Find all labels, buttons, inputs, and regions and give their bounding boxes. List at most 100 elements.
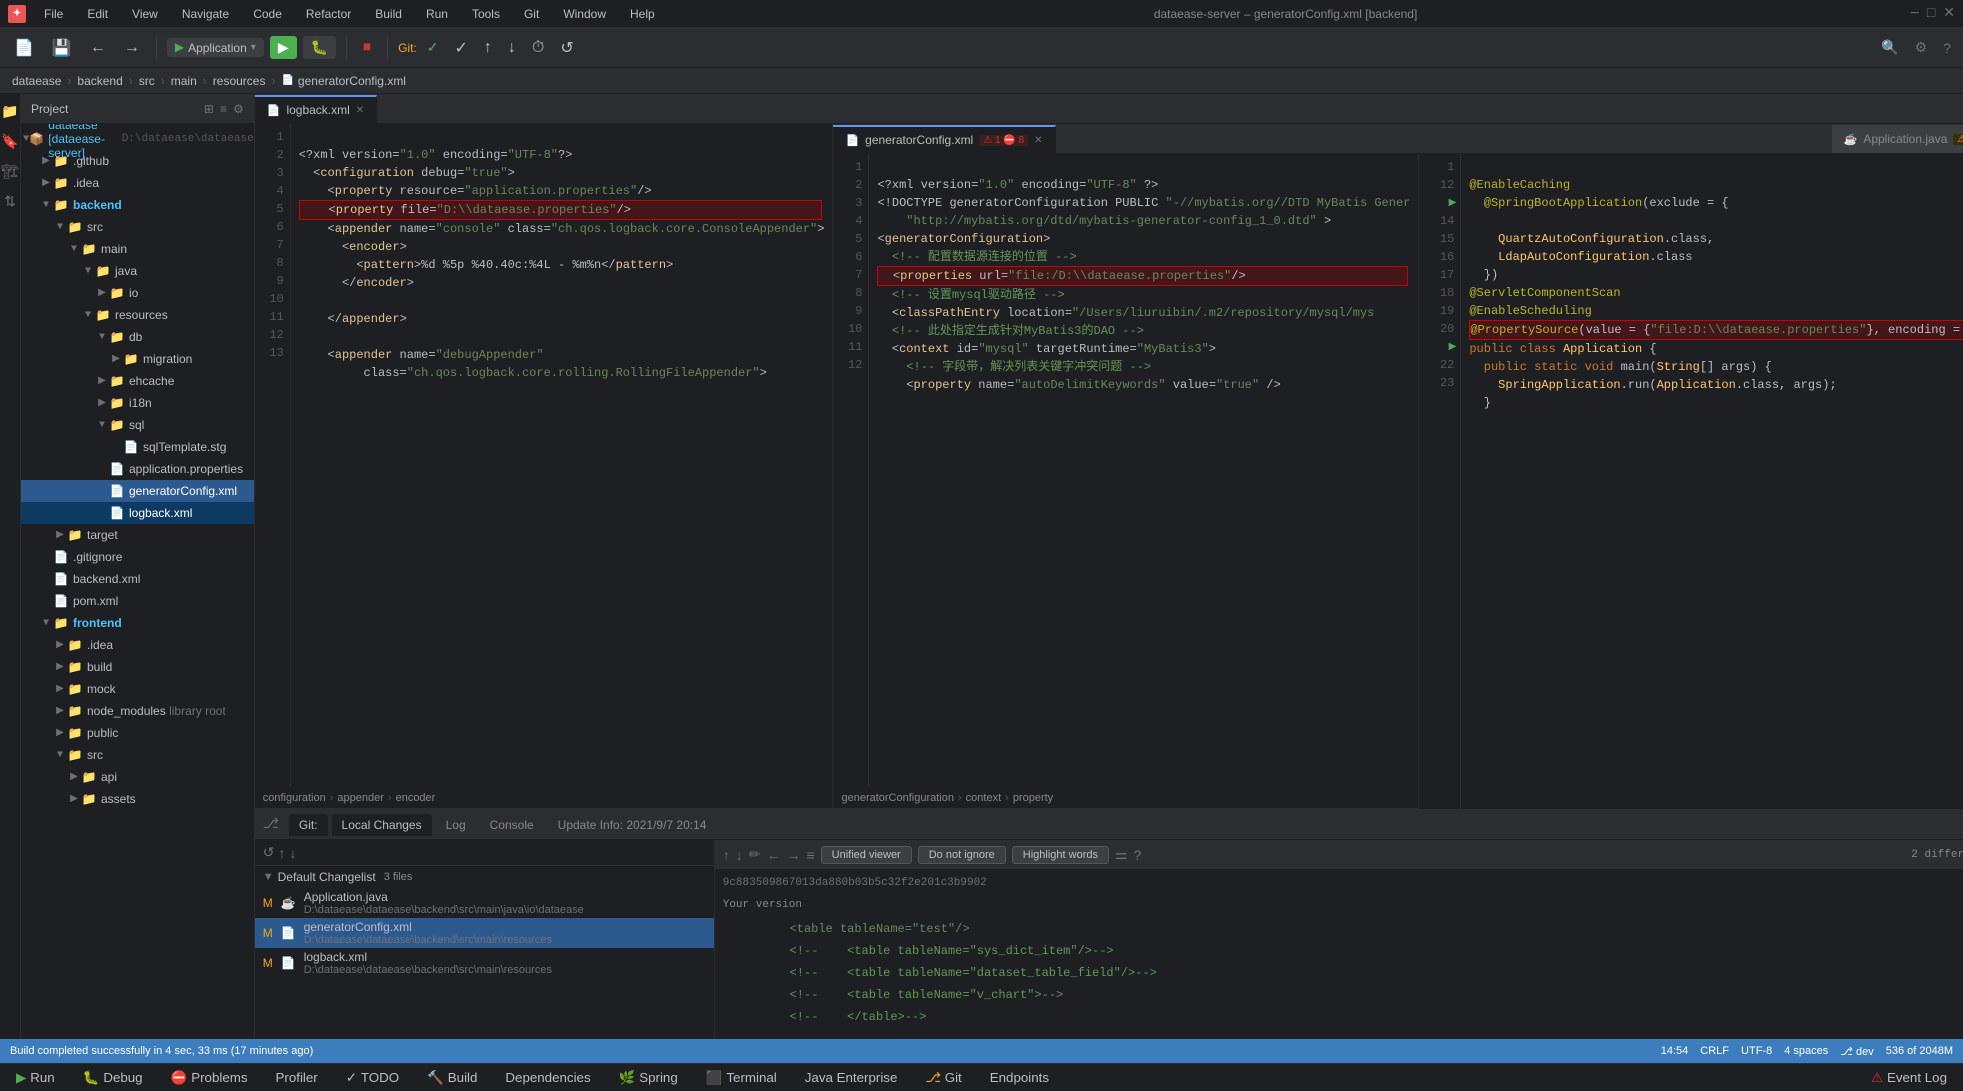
tab-generatorconfig[interactable]: 📄 generatorConfig.xml ⚠ 1 ⛔ 8 ✕ [833,125,1055,153]
status-indent[interactable]: 4 spaces [1784,1045,1828,1057]
tab-console[interactable]: Console [480,814,544,836]
git-pull-btn[interactable]: ↓ [502,35,522,61]
tree-appprops[interactable]: 📄 application.properties [21,458,254,480]
diff-help-btn[interactable]: ? [1134,847,1142,863]
git-history-btn[interactable]: ⏱ [526,35,550,61]
git-push-btn[interactable]: ↑ [478,35,498,61]
menu-run[interactable]: Run [420,5,454,23]
menu-file[interactable]: File [38,5,69,23]
logback-code[interactable]: <?xml version="1.0" encoding="UTF-8"?> <… [291,124,833,787]
project-icon[interactable]: 📁 [0,102,20,122]
tree-generatorconfig[interactable]: 📄 generatorConfig.xml [21,480,254,502]
tab-application[interactable]: ☕ Application.java ⚠ 1 ✕ [1832,125,1963,153]
panel-expand-btn[interactable]: ≡ [220,102,227,116]
panel-settings-btn[interactable]: ⚙ [233,102,244,116]
breadcrumb-backend[interactable]: backend [77,74,122,88]
search-everywhere-btn[interactable]: 🔍 [1877,37,1902,58]
tree-target[interactable]: ▶ 📁 target [21,524,254,546]
run-gutter-icon[interactable]: ▶ [1449,197,1457,209]
highlight-words-btn[interactable]: Highlight words [1012,846,1109,864]
menu-window[interactable]: Window [557,5,612,23]
close-btn[interactable]: ✕ [1943,5,1955,22]
toolbar-forward-btn[interactable]: → [118,35,146,61]
spring-strip-btn[interactable]: 🌿 Spring [611,1068,686,1088]
diff-edit-btn[interactable]: ✏ [749,846,761,863]
menu-navigate[interactable]: Navigate [176,5,235,23]
tree-migration[interactable]: ▶ 📁 migration [21,348,254,370]
gen-code-scroll[interactable]: 1 2 3 4 5 6 7 8 9 10 [833,154,1418,787]
minimize-btn[interactable]: ─ [1910,6,1918,22]
run-config-dropdown[interactable]: ▾ [251,42,256,54]
logback-code-scroll[interactable]: 1 2 3 4 5 6 7 8 9 10 11 12 13 [255,124,833,787]
menu-code[interactable]: Code [247,5,288,23]
status-line-ending[interactable]: CRLF [1700,1045,1729,1057]
git-tick-btn[interactable]: ✓ [448,34,473,62]
tree-db[interactable]: ▼ 📁 db [21,326,254,348]
bookmark-icon[interactable]: 🔖 [0,132,20,152]
app-code-scroll[interactable]: 1 12 ▶ 14 15 16 17 18 [1419,154,1963,809]
run-config-widget[interactable]: ▶ Application ▾ [167,38,264,57]
tab-local-changes-label[interactable]: Local Changes [332,814,432,836]
ignore-whitespace-btn[interactable]: Do not ignore [918,846,1006,864]
terminal-strip-btn[interactable]: ⬛ Terminal [698,1068,785,1088]
tree-ehcache[interactable]: ▶ 📁 ehcache [21,370,254,392]
diff-list-btn[interactable]: ≡ [806,847,814,863]
menu-tools[interactable]: Tools [466,5,506,23]
tree-resources[interactable]: ▼ 📁 resources [21,304,254,326]
change-item-logback[interactable]: M 📄 logback.xml D:\dataease\dataease\bac… [255,948,714,978]
app-code[interactable]: @EnableCaching @SpringBootApplication(ex… [1461,154,1963,809]
pull-requests-icon[interactable]: ⇅ [0,192,20,212]
diff-prev-btn[interactable]: ↑ [723,847,730,863]
toolbar-stop-btn[interactable]: ⏹ [357,35,377,61]
gen-code[interactable]: <?xml version="1.0" encoding="UTF-8" ?> … [869,154,1418,787]
run-btn[interactable]: ▶ [270,36,297,59]
change-item-gen[interactable]: M 📄 generatorConfig.xml D:\dataease\data… [255,918,714,948]
tree-api[interactable]: ▶ 📁 api [21,766,254,788]
default-changelist-section[interactable]: ▼ Default Changelist 3 files [255,866,714,888]
tree-sqltpl[interactable]: 📄 sqlTemplate.stg [21,436,254,458]
java-enterprise-strip-btn[interactable]: Java Enterprise [797,1068,906,1087]
tree-java[interactable]: ▼ 📁 java [21,260,254,282]
diff-settings-collapse-btn[interactable]: ⚌ [1115,846,1128,863]
tree-i18n[interactable]: ▶ 📁 i18n [21,392,254,414]
diff-next-btn[interactable]: ↓ [736,847,743,863]
tree-public[interactable]: ▶ 📁 public [21,722,254,744]
menu-build[interactable]: Build [369,5,408,23]
changelist-collapse-btn[interactable]: ↑ [278,844,285,861]
tree-frontend-idea[interactable]: ▶ 📁 .idea [21,634,254,656]
tree-src[interactable]: ▼ 📁 src [21,216,254,238]
tree-frontend-src[interactable]: ▼ 📁 src [21,744,254,766]
debug-btn[interactable]: 🐛 [303,36,336,59]
help-btn[interactable]: ? [1939,37,1955,58]
tree-logback[interactable]: 📄 logback.xml [21,502,254,524]
breadcrumb-src[interactable]: src [139,74,155,88]
menu-git[interactable]: Git [518,5,545,23]
tree-backend[interactable]: ▼ 📁 backend [21,194,254,216]
maximize-btn[interactable]: □ [1927,6,1935,22]
settings-btn[interactable]: ⚙ [1911,37,1932,58]
git-check-btn[interactable]: ✓ [421,35,445,60]
tree-backendxml[interactable]: 📄 backend.xml [21,568,254,590]
tab-update-info[interactable]: Update Info: 2021/9/7 20:14 [548,814,717,836]
unified-viewer-btn[interactable]: Unified viewer [821,846,912,864]
breadcrumb-dataease[interactable]: dataease [12,74,61,88]
breadcrumb-main[interactable]: main [171,74,197,88]
change-item-application[interactable]: M ☕ Application.java D:\dataease\dataeas… [255,888,714,918]
menu-help[interactable]: Help [624,5,661,23]
toolbar-new-btn[interactable]: 📄 [8,34,40,62]
status-encoding[interactable]: UTF-8 [1741,1045,1772,1057]
build-strip-btn[interactable]: 🔨 Build [419,1068,485,1088]
event-log-strip-btn[interactable]: ⚠ Event Log [1863,1068,1955,1088]
profiler-strip-btn[interactable]: Profiler [268,1068,326,1087]
tab-log[interactable]: Log [436,814,476,836]
todo-strip-btn[interactable]: ✓ TODO [338,1068,407,1088]
panel-scope-btn[interactable]: ⊞ [204,102,214,116]
menu-view[interactable]: View [126,5,164,23]
structure-icon[interactable]: 🏗 [0,162,20,182]
menu-edit[interactable]: Edit [81,5,114,23]
tree-pom[interactable]: 📄 pom.xml [21,590,254,612]
git-strip-btn[interactable]: ⎇ Git [917,1068,969,1088]
run-strip-btn[interactable]: ▶ Run [8,1068,63,1088]
endpoints-strip-btn[interactable]: Endpoints [982,1068,1057,1087]
tab-local-changes[interactable]: Git: [289,814,328,836]
